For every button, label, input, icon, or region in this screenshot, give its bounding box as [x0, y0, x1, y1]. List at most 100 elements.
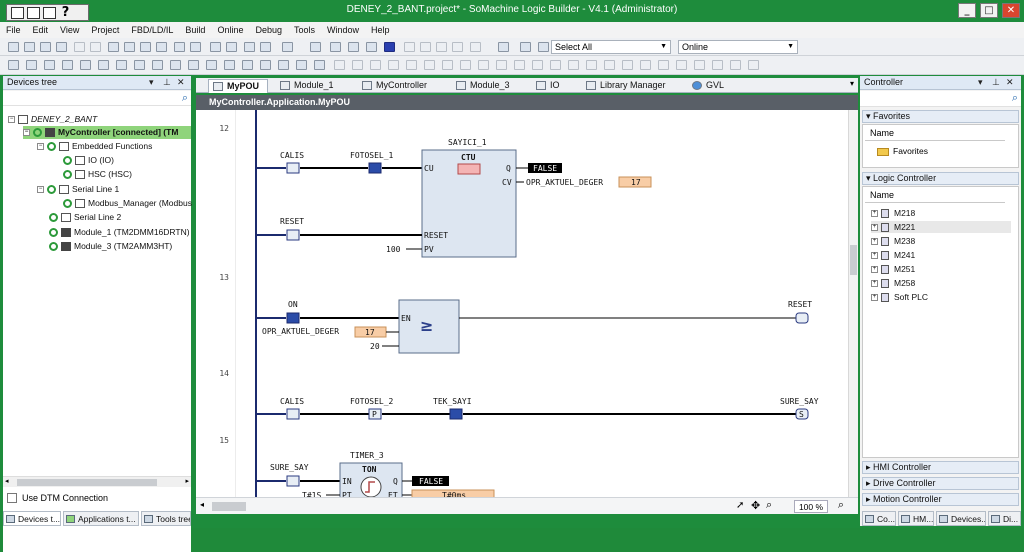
tab-list-icon[interactable]: ▾ [850, 79, 854, 88]
tab-tools-tree[interactable]: Tools tree [141, 511, 191, 526]
pin-icon[interactable]: ⊥ [992, 76, 1000, 89]
dim-tool-icon[interactable] [532, 60, 543, 70]
tab-gvl[interactable]: GVL [688, 79, 748, 93]
select-all-combo[interactable]: Select All ▼ [551, 40, 671, 54]
pane-dropdown-icon[interactable]: ▾ [978, 76, 983, 89]
scroll-thumb[interactable] [850, 245, 857, 275]
scroll-left-icon[interactable]: ◂ [5, 477, 9, 485]
login-device-icon[interactable] [330, 42, 341, 52]
new-icon[interactable] [8, 42, 19, 52]
dim-tool-icon[interactable] [496, 60, 507, 70]
dim-tool-icon[interactable] [712, 60, 723, 70]
write-values-icon[interactable] [498, 42, 509, 52]
expand-icon[interactable]: + [871, 224, 878, 232]
dim-tool-icon[interactable] [640, 60, 651, 70]
start-icon[interactable] [366, 42, 377, 52]
logic-name-column[interactable]: Name [865, 189, 1005, 203]
pane-close-icon[interactable]: ✕ [1006, 76, 1014, 89]
dim-tool-icon[interactable] [550, 60, 561, 70]
tab-mypou[interactable]: MyPOU [208, 79, 268, 93]
dim-tool-icon[interactable] [352, 60, 363, 70]
negated-contact-icon[interactable] [116, 60, 127, 70]
return-icon[interactable] [80, 60, 91, 70]
branch-icon[interactable] [206, 60, 217, 70]
menu-fbd-ld-il[interactable]: FBD/LD/IL [131, 25, 173, 35]
tab-devices-tree[interactable]: Devices t... [3, 511, 61, 526]
tab-applications-tree[interactable]: Applications t... [63, 511, 139, 526]
tree-item-hsc[interactable]: HSC (HSC) [63, 168, 132, 181]
tree-horizontal-scrollbar[interactable]: ◂ ▸ [3, 476, 191, 487]
dim-tool-icon[interactable] [388, 60, 399, 70]
use-dtm-connection[interactable]: Use DTM Connection [7, 493, 108, 503]
edge-icon[interactable] [260, 60, 271, 70]
save-icon[interactable] [40, 42, 51, 52]
dim-tool-icon[interactable] [694, 60, 705, 70]
tab-controller[interactable]: Co... [862, 511, 896, 526]
scroll-thumb[interactable] [17, 479, 157, 486]
menu-debug[interactable]: Debug [255, 25, 282, 35]
dim-tool-icon[interactable] [658, 60, 669, 70]
dim-tool-icon[interactable] [730, 60, 741, 70]
h-scroll-thumb[interactable] [212, 502, 246, 511]
tab-library-manager[interactable]: Library Manager [582, 79, 684, 93]
search-icon[interactable]: ⌕ [1012, 92, 1018, 105]
search-icon[interactable]: ⌕ [182, 92, 188, 105]
collapse-icon[interactable]: − [37, 143, 44, 151]
tab-module-3[interactable]: Module_3 [452, 79, 530, 93]
dim-tool-icon[interactable] [676, 60, 687, 70]
run-to-cursor-icon[interactable] [452, 42, 463, 52]
reset-coil-icon[interactable] [188, 60, 199, 70]
tab-module-1[interactable]: Module_1 [276, 79, 354, 93]
pane-close-icon[interactable]: ✕ [177, 76, 185, 89]
find-icon[interactable] [174, 42, 185, 52]
collapse-icon[interactable]: − [23, 129, 30, 137]
menu-tools[interactable]: Tools [294, 25, 315, 35]
comment-icon[interactable] [296, 60, 307, 70]
expand-icon[interactable]: + [871, 238, 878, 246]
expand-icon[interactable]: + [871, 294, 878, 302]
dim-tool-icon[interactable] [442, 60, 453, 70]
step-icon[interactable] [404, 42, 415, 52]
expand-icon[interactable]: + [871, 266, 878, 274]
tab-diagnostics[interactable]: Di... [988, 511, 1021, 526]
logic-item-m241[interactable]: + M241 [871, 249, 915, 261]
menu-build[interactable]: Build [185, 25, 205, 35]
logic-controller-section-header[interactable]: ▾ Logic Controller [862, 172, 1019, 185]
menu-file[interactable]: File [6, 25, 21, 35]
logic-item-m221[interactable]: + M221 [871, 221, 1011, 233]
logic-item-m251[interactable]: + M251 [871, 263, 915, 275]
contact-calis-2[interactable] [286, 408, 300, 420]
pane-dropdown-icon[interactable]: ▾ [149, 76, 154, 89]
dim-tool-icon[interactable] [478, 60, 489, 70]
tree-item-io[interactable]: IO (IO) [63, 154, 114, 167]
tree-item-serial-line-1[interactable]: − Serial Line 1 [37, 183, 119, 196]
drive-controller-section[interactable]: ▸ Drive Controller [862, 477, 1019, 490]
dim-tool-icon[interactable] [604, 60, 615, 70]
favorites-name-column[interactable]: Name [865, 127, 1005, 141]
hmi-controller-section[interactable]: ▸ HMI Controller [862, 461, 1019, 474]
dim-tool-icon[interactable] [424, 60, 435, 70]
motion-controller-section[interactable]: ▸ Motion Controller [862, 493, 1019, 506]
pointer-tool-icon[interactable]: ➚ [736, 500, 744, 511]
use-dtm-checkbox[interactable] [7, 493, 17, 503]
jump-icon[interactable] [62, 60, 73, 70]
move-tool-icon[interactable]: ✥ [751, 499, 760, 512]
dim-tool-icon[interactable] [622, 60, 633, 70]
parallel-contact-icon[interactable] [134, 60, 145, 70]
menu-view[interactable]: View [60, 25, 79, 35]
tree-item-modbus-manager[interactable]: Modbus_Manager (Modbus [63, 197, 192, 210]
contact-icon[interactable] [98, 60, 109, 70]
input-icon[interactable] [224, 60, 235, 70]
zoom-tool-icon[interactable]: ⌕ [766, 499, 772, 512]
contact-tek-sayi[interactable] [449, 408, 463, 420]
favorites-section-header[interactable]: ▾ Favorites [862, 110, 1019, 123]
step-out-icon[interactable] [436, 42, 447, 52]
zoom-icon[interactable]: ⌕ [838, 499, 844, 512]
scroll-left-icon[interactable]: ◂ [200, 500, 204, 509]
tab-io[interactable]: IO [532, 79, 582, 93]
replace-icon[interactable] [190, 42, 201, 52]
tree-item-module-1[interactable]: Module_1 (TM2DMM16DRTN) [49, 226, 190, 239]
menu-help[interactable]: Help [371, 25, 390, 35]
delete-icon[interactable] [156, 42, 167, 52]
logic-item-m258[interactable]: + M258 [871, 277, 915, 289]
